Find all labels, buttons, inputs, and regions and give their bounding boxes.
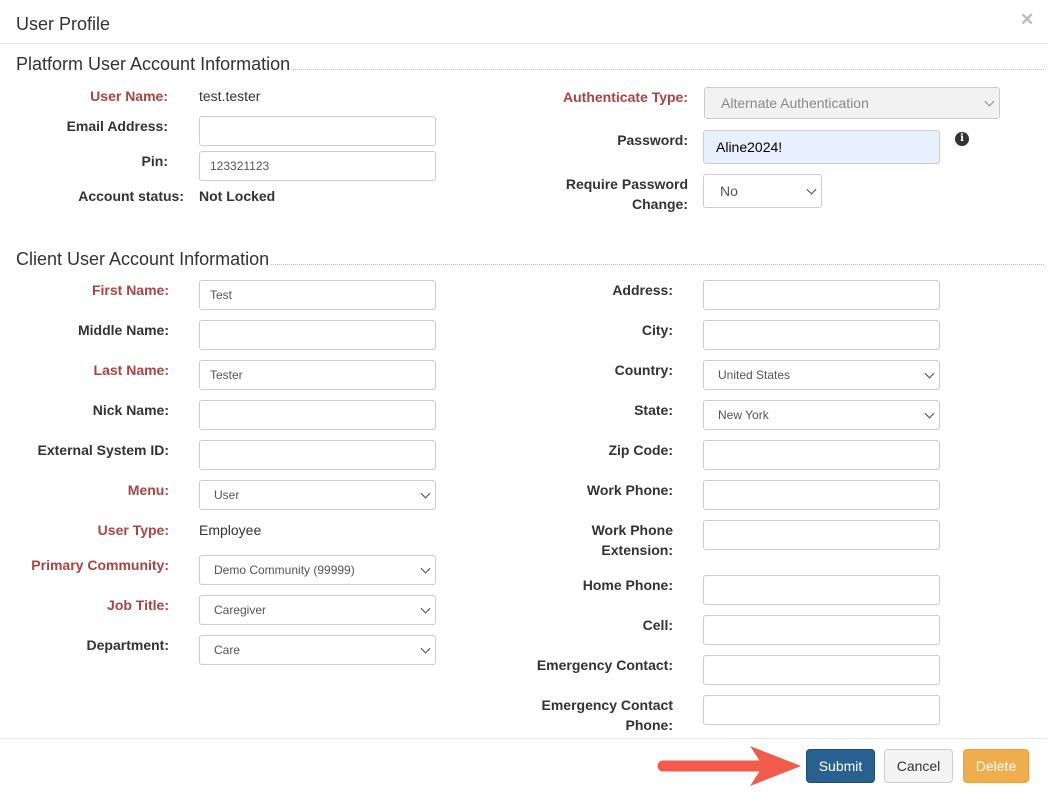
platform-heading: Platform User Account Information: [16, 54, 293, 75]
country-select[interactable]: United States: [703, 360, 940, 390]
cancel-button[interactable]: Cancel: [884, 749, 953, 783]
middle-name-label: Middle Name:: [77, 322, 169, 338]
state-label: State:: [634, 402, 673, 418]
info-circle-icon[interactable]: i: [955, 132, 969, 146]
zip-code-label: Zip Code:: [608, 442, 673, 458]
delete-button[interactable]: Delete: [963, 749, 1029, 783]
last-name-label: Last Name:: [93, 362, 169, 378]
country-value: United States: [703, 360, 940, 390]
label-line: Require Password: [565, 176, 688, 192]
require-password-change-value: No: [703, 174, 822, 208]
dialog-title: User Profile: [16, 14, 111, 34]
menu-label: Menu:: [127, 482, 169, 498]
require-password-change-label: Require Password Change:: [566, 174, 688, 214]
close-icon[interactable]: ✕: [1020, 10, 1034, 30]
footer-divider: [0, 738, 1048, 739]
city-input[interactable]: [703, 320, 940, 350]
password-label: Password:: [617, 132, 688, 148]
first-name-input[interactable]: [199, 280, 436, 310]
primary-community-label: Primary Community:: [31, 557, 169, 573]
cell-input[interactable]: [703, 615, 940, 645]
home-phone-input[interactable]: [703, 575, 940, 605]
emergency-contact-phone-input[interactable]: [703, 695, 940, 725]
header-divider: [0, 43, 1048, 44]
email-input[interactable]: [199, 116, 436, 146]
address-input[interactable]: [703, 280, 940, 310]
department-select[interactable]: Care: [199, 635, 436, 665]
home-phone-label: Home Phone:: [582, 577, 673, 593]
work-phone-extension-input[interactable]: [703, 520, 940, 550]
client-heading: Client User Account Information: [16, 249, 272, 270]
address-label: Address:: [612, 282, 673, 298]
authenticate-type-label: Authenticate Type:: [563, 89, 688, 105]
middle-name-input[interactable]: [199, 320, 436, 350]
department-label: Department:: [86, 637, 169, 653]
authenticate-type-value: Alternate Authentication: [704, 87, 1000, 119]
account-status-value: Not Locked: [199, 188, 276, 204]
menu-select[interactable]: User: [199, 480, 436, 510]
email-label: Email Address:: [66, 118, 168, 134]
external-system-id-input[interactable]: [199, 440, 436, 470]
emergency-contact-label: Emergency Contact:: [536, 657, 673, 673]
state-select[interactable]: New York: [703, 400, 940, 430]
state-value: New York: [703, 400, 940, 430]
authenticate-type-select: Alternate Authentication: [704, 87, 1000, 119]
user-type-value: Employee: [199, 522, 262, 538]
city-label: City:: [641, 322, 673, 338]
account-status-label: Account status:: [78, 188, 184, 204]
first-name-label: First Name:: [91, 282, 169, 298]
user-name-label: User Name:: [90, 88, 168, 104]
require-password-change-select[interactable]: No: [703, 174, 822, 208]
submit-button[interactable]: Submit: [806, 749, 875, 783]
label-line: Change:: [632, 196, 688, 212]
last-name-input[interactable]: [199, 360, 436, 390]
work-phone-label: Work Phone:: [586, 482, 673, 498]
nick-name-label: Nick Name:: [92, 402, 169, 418]
work-phone-input[interactable]: [703, 480, 940, 510]
emergency-contact-phone-label: Emergency Contact Phone:: [541, 697, 673, 733]
menu-value: User: [199, 480, 436, 510]
zip-code-input[interactable]: [703, 440, 940, 470]
annotation-arrow-icon: [657, 746, 801, 786]
work-phone-extension-label: Work Phone Extension:: [591, 522, 673, 558]
cell-label: Cell:: [642, 617, 673, 633]
primary-community-value: Demo Community (99999): [199, 555, 436, 585]
user-name-value: test.tester: [199, 88, 261, 104]
nick-name-input[interactable]: [199, 400, 436, 430]
password-input[interactable]: [703, 130, 940, 164]
job-title-select[interactable]: Caregiver: [199, 595, 436, 625]
job-title-label: Job Title:: [107, 597, 169, 613]
user-type-label: User Type:: [97, 522, 169, 538]
pin-input[interactable]: [199, 151, 436, 181]
primary-community-select[interactable]: Demo Community (99999): [199, 555, 436, 585]
country-label: Country:: [614, 362, 673, 378]
pin-label: Pin:: [141, 153, 168, 169]
department-value: Care: [199, 635, 436, 665]
external-system-id-label: External System ID:: [37, 442, 170, 458]
emergency-contact-input[interactable]: [703, 655, 940, 685]
job-title-value: Caregiver: [199, 595, 436, 625]
